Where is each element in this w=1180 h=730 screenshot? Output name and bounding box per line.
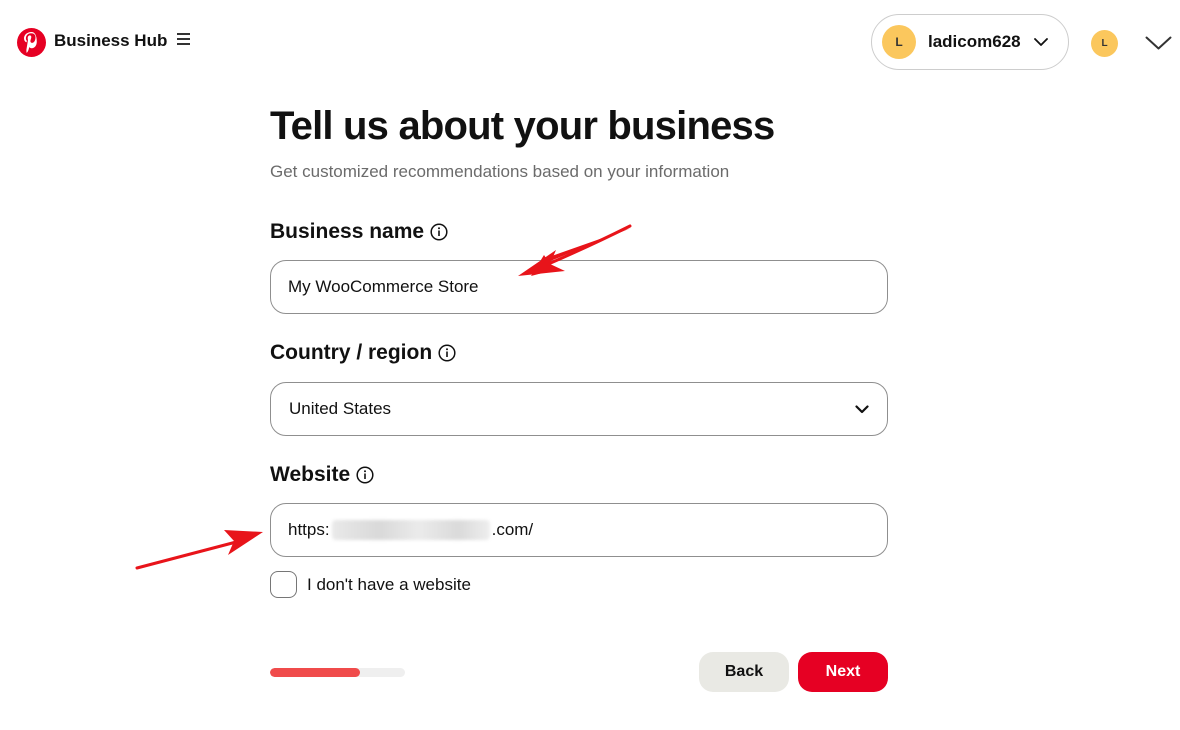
pinterest-logo-icon[interactable] [17, 28, 46, 57]
brand-title: Business Hub [54, 31, 168, 50]
back-button[interactable]: Back [699, 652, 789, 692]
website-label-text: Website [270, 463, 351, 486]
no-website-checkbox[interactable] [270, 571, 297, 598]
website-label: Website [270, 463, 374, 487]
account-name: ladicom628 [928, 32, 1021, 51]
website-url-prefix: https: [288, 520, 330, 539]
business-name-label-text: Business name [270, 220, 425, 243]
pinterest-p-glyph [24, 31, 37, 53]
annotation-arrow-website [135, 530, 263, 570]
business-name-field[interactable] [270, 260, 888, 314]
country-region-label: Country / region [270, 341, 456, 365]
country-selected-value: United States [289, 399, 392, 418]
page-subtitle: Get customized recommendations based on … [270, 162, 730, 181]
progress-bar [270, 668, 405, 677]
country-region-select[interactable]: United States [270, 382, 888, 436]
chevron-down-icon [1033, 37, 1048, 47]
page-title: Tell us about your business [270, 104, 775, 148]
redacted-domain [331, 520, 490, 540]
progress-bar-fill [270, 668, 361, 677]
hamburger-menu-icon[interactable] [177, 33, 190, 45]
website-url-value: https: .com/ [288, 520, 533, 540]
profile-avatar[interactable]: L [1091, 30, 1118, 57]
website-input[interactable]: https: .com/ [270, 503, 888, 557]
avatar: L [882, 25, 916, 59]
website-url-suffix: .com/ [491, 520, 534, 539]
country-region-label-text: Country / region [270, 341, 433, 364]
no-website-label: I don't have a website [307, 574, 471, 594]
business-name-label: Business name [270, 220, 448, 244]
info-icon[interactable] [430, 223, 448, 241]
account-switcher[interactable]: L ladicom628 [871, 14, 1069, 70]
info-icon[interactable] [356, 466, 374, 484]
chevron-down-icon [855, 399, 869, 419]
chevron-down-icon[interactable] [1145, 36, 1172, 56]
business-name-input[interactable] [288, 277, 870, 297]
no-website-option[interactable]: I don't have a website [270, 571, 471, 598]
info-icon[interactable] [438, 344, 456, 362]
next-button[interactable]: Next [798, 652, 888, 692]
